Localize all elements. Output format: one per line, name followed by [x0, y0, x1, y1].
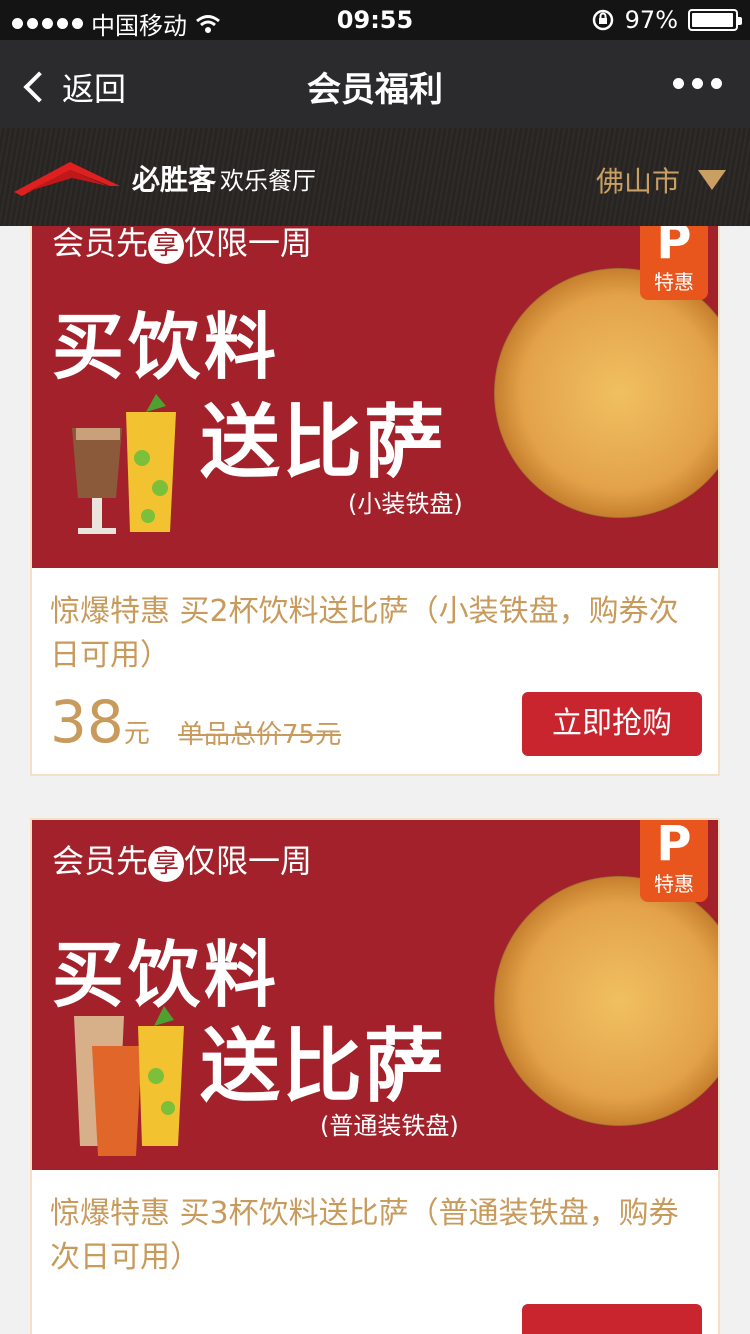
- tag-letter: P: [656, 226, 692, 270]
- offer-description: 惊爆特惠 买2杯饮料送比萨（小装铁盘，购券次日可用）: [50, 594, 679, 673]
- nav-bar: 返回 会员福利: [0, 40, 750, 128]
- battery-percent: 97%: [624, 6, 678, 34]
- banner-slogan: 会员先享仅限一周: [52, 226, 312, 264]
- banner-headline-2: 送比萨: [200, 396, 446, 489]
- pizza-image: [494, 268, 718, 518]
- original-price: 单品总价75元: [178, 720, 342, 750]
- special-offer-tag: P 特惠: [640, 820, 708, 902]
- drinks-image: [72, 394, 176, 534]
- offer-banner[interactable]: 会员先享仅限一周 买饮料 送比萨 (普通装铁盘) P 特惠: [32, 820, 718, 1170]
- price-unit: 元: [123, 719, 150, 749]
- slogan-badge: 享: [148, 228, 185, 264]
- price-row: 38元 单品总价75元 立即抢购: [32, 678, 718, 774]
- offer-description: 惊爆特惠 买3杯饮料送比萨（普通装铁盘，购券次日可用）: [50, 1196, 679, 1275]
- slogan-part-b: 仅限一周: [184, 226, 313, 262]
- brand-subtitle: 欢乐餐厅: [220, 167, 317, 195]
- brand-bar: 必胜客 欢乐餐厅 佛山市: [0, 128, 750, 226]
- buy-now-button[interactable]: [522, 1304, 702, 1334]
- offer-card[interactable]: 会员先享仅限一周 买饮料 送比萨 (普通装铁盘) P 特惠 惊爆特惠 买3杯饮料…: [30, 818, 720, 1334]
- brand-name: 必胜客 欢乐餐厅: [132, 158, 316, 198]
- banner-note: (小装铁盘): [348, 490, 463, 518]
- buy-now-button[interactable]: 立即抢购: [522, 692, 702, 756]
- tag-text: 特惠: [654, 872, 694, 896]
- offer-banner[interactable]: 会员先享仅限一周 买饮料 送比萨 (小装铁盘) P 特惠: [32, 226, 718, 568]
- drinks-image: [74, 1006, 184, 1156]
- battery-icon: [688, 9, 742, 31]
- status-bar: 中国移动 09:55 97%: [0, 0, 750, 40]
- banner-note: (普通装铁盘): [320, 1112, 459, 1140]
- status-right: 97%: [591, 6, 742, 34]
- price-value: 38: [50, 688, 124, 756]
- battery-fill: [692, 13, 733, 27]
- pizza-hut-roof-logo: [14, 162, 120, 196]
- offer-list[interactable]: 会员先享仅限一周 买饮料 送比萨 (小装铁盘) P 特惠 惊爆特惠 买2杯饮料送…: [0, 226, 750, 1334]
- banner-slogan: 会员先享仅限一周: [52, 836, 312, 882]
- banner-headline-2: 送比萨: [200, 1020, 446, 1113]
- dropdown-arrow-icon[interactable]: [698, 170, 726, 190]
- slogan-badge: 享: [148, 846, 185, 882]
- special-offer-tag: P 特惠: [640, 226, 708, 300]
- slogan-part-a: 会员先: [52, 226, 149, 262]
- slogan-part-b: 仅限一周: [184, 842, 313, 880]
- page-title: 会员福利: [307, 70, 443, 110]
- brand-title: 必胜客: [132, 163, 217, 196]
- more-button[interactable]: [673, 78, 722, 89]
- tag-letter: P: [656, 820, 692, 872]
- slogan-part-a: 会员先: [52, 842, 149, 880]
- price-row: [32, 1280, 718, 1334]
- offer-price: 38元: [50, 688, 150, 756]
- offer-card[interactable]: 会员先享仅限一周 买饮料 送比萨 (小装铁盘) P 特惠 惊爆特惠 买2杯饮料送…: [30, 226, 720, 776]
- city-selector[interactable]: 佛山市: [596, 160, 680, 200]
- pizza-image: [494, 876, 718, 1126]
- tag-text: 特惠: [654, 270, 694, 294]
- rotation-lock-icon: [592, 9, 613, 31]
